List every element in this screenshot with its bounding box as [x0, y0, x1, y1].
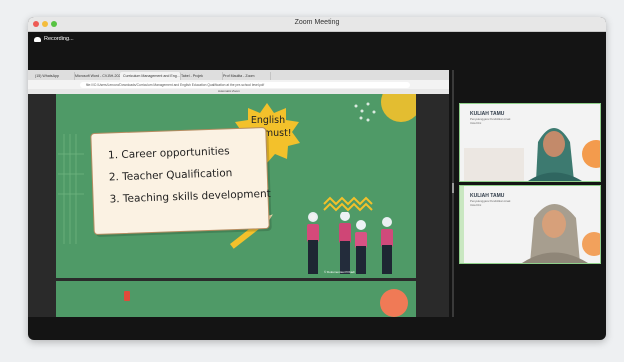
browser-tab[interactable]: (15) WhatsApp [32, 72, 75, 80]
browser-tab[interactable]: Tabel - Projek [178, 72, 223, 80]
badge-line-1: English [250, 115, 286, 126]
next-slide-decoration [124, 289, 408, 317]
address-bar[interactable]: file:///C:/Users/Lenovo/Downloads/Curric… [80, 82, 410, 88]
topic-item: 1. Career opportunities [107, 145, 230, 162]
cloud-icon [34, 36, 41, 42]
participant-avatar [528, 128, 582, 181]
shared-screen: (15) WhatsApp Microsoft Word - CV-BH-202… [28, 70, 449, 317]
group-photo [307, 212, 393, 274]
topic-item: 2. Teacher Qualification [108, 167, 233, 184]
browser-tab[interactable]: Microsoft Word - CV-BH-2023-2... [72, 72, 123, 80]
presentation-slide: English is a must! 1. Career opportuniti… [56, 94, 416, 278]
window-title: Zoom Meeting [294, 19, 340, 26]
panel-divider[interactable] [452, 70, 454, 317]
title-bar: Zoom Meeting [28, 17, 606, 32]
browser-tab-active[interactable]: Curriculum Management and Eng... [120, 72, 181, 80]
topics-card: 1. Career opportunities 2. Teacher Quali… [90, 126, 271, 236]
recording-label: Recording... [44, 36, 74, 42]
shared-browser: (15) WhatsApp Microsoft Word - CV-BH-202… [28, 70, 449, 94]
divider-handle[interactable] [452, 183, 454, 193]
topic-item: 3. Teaching skills development [109, 187, 271, 206]
participant-avatar [522, 204, 588, 263]
recording-indicator[interactable]: Recording... [34, 36, 74, 42]
photo-credit: © Dokumentasi Pribadi [324, 270, 355, 274]
participant-video[interactable]: KULIAH TAMU Penyelenggara Pendidikan Ana… [459, 185, 601, 264]
participant-video[interactable]: KULIAH TAMU Penyelenggara Pendidikan Ana… [459, 103, 601, 182]
video-gallery: KULIAH TAMU Penyelenggara Pendidikan Ana… [459, 103, 601, 267]
next-slide-preview [56, 281, 416, 317]
browser-tab[interactable]: Prof Maulita - Zoom [220, 72, 271, 80]
browser-tab-bar: (15) WhatsApp Microsoft Word - CV-BH-202… [28, 70, 449, 80]
zoom-window: Zoom Meeting Recording... (15) WhatsApp … [28, 17, 606, 340]
